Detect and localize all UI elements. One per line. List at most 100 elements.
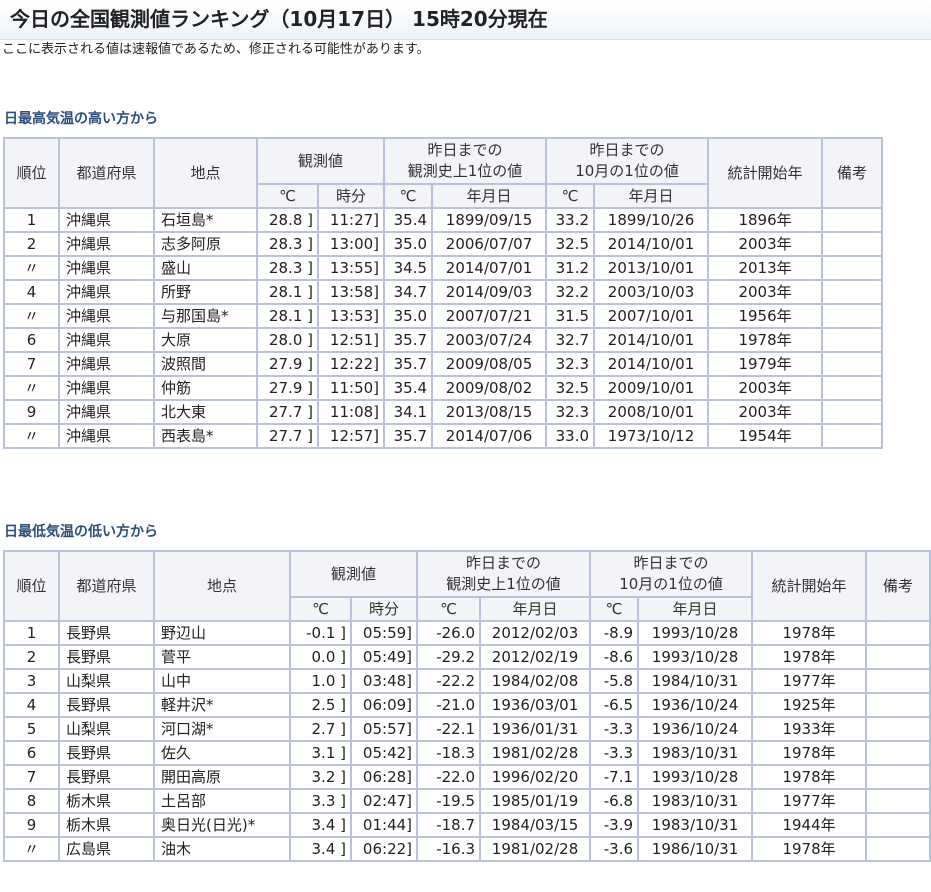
october-value-cell: -6.8 [589, 788, 640, 814]
remarks-cell [865, 716, 931, 742]
observed-time-cell: 13:55] [316, 255, 386, 281]
historical-value-cell: -26.0 [416, 620, 482, 646]
historical-value-cell: 35.7 [383, 423, 434, 449]
october-date-cell: 1986/10/31 [637, 836, 754, 862]
october-value-cell: 32.5 [545, 231, 596, 257]
remarks-cell [821, 303, 884, 329]
historical-date-cell: 1984/02/08 [479, 668, 592, 694]
rank-cell: 7 [3, 351, 60, 377]
header-hist-date: 年月日 [479, 596, 592, 622]
rank-cell: 5 [3, 716, 60, 742]
header-observed: 観測値 [255, 137, 386, 185]
prefecture-cell: 沖縄県 [58, 231, 155, 257]
table-row: 5 山梨県 河口湖* 2.7 ] 05:57] -22.1 1936/01/31 -3.3 19… [3, 716, 931, 742]
october-date-cell: 1983/10/31 [637, 740, 754, 766]
october-date-cell: 1983/10/31 [637, 812, 754, 838]
observed-value-cell: 3.2 ] [289, 764, 352, 790]
october-value-cell: -8.9 [589, 620, 640, 646]
rank-cell: 〃 [3, 303, 60, 329]
october-value-cell: -5.8 [589, 668, 640, 694]
historical-date-cell: 2009/08/05 [431, 351, 548, 377]
header-prefecture: 都道府県 [58, 550, 155, 622]
header-point: 地点 [153, 137, 258, 209]
point-cell: 盛山 [153, 255, 258, 281]
october-date-cell: 1993/10/28 [637, 620, 754, 646]
start-year-cell: 1925年 [751, 692, 868, 718]
observed-time-cell: 13:53] [316, 303, 386, 329]
prefecture-cell: 沖縄県 [58, 279, 155, 305]
point-cell: 山中 [153, 668, 291, 694]
table-row: 6 長野県 佐久 3.1 ] 05:42] -18.3 1981/02/28 -3.3 1983… [3, 740, 931, 766]
historical-value-cell: -18.7 [416, 812, 482, 838]
point-cell: 与那国島* [153, 303, 258, 329]
historical-value-cell: 35.0 [383, 231, 434, 257]
historical-date-cell: 1981/02/28 [479, 740, 592, 766]
observed-value-cell: 27.9 ] [256, 351, 319, 377]
observed-value-cell: 28.3 ] [256, 255, 319, 281]
historical-date-cell: 2006/07/07 [431, 231, 548, 257]
observed-time-cell: 11:27] [316, 207, 386, 233]
historical-date-cell: 1899/09/15 [431, 207, 548, 233]
header-october-record: 昨日までの 10月の1位の値 [589, 550, 754, 598]
remarks-cell [865, 764, 931, 790]
observed-value-cell: 0.0 ] [289, 644, 352, 670]
historical-date-cell: 2009/08/02 [431, 375, 548, 401]
historical-value-cell: -16.3 [416, 836, 482, 862]
historical-value-cell: -18.3 [416, 740, 482, 766]
table-row: 4 沖縄県 所野 28.1 ] 13:58] 34.7 2014/09/03 32.2 2003… [3, 279, 884, 305]
october-date-cell: 1899/10/26 [593, 207, 710, 233]
rank-cell: 6 [3, 740, 60, 766]
rank-cell: 9 [3, 399, 60, 425]
observed-value-cell: 28.1 ] [256, 279, 319, 305]
observed-time-cell: 05:57] [349, 716, 419, 742]
start-year-cell: 1956年 [707, 303, 824, 329]
historical-value-cell: -19.5 [416, 788, 482, 814]
observed-value-cell: 27.7 ] [256, 423, 319, 449]
prefecture-cell: 長野県 [58, 692, 155, 718]
start-year-cell: 1944年 [751, 812, 868, 838]
point-cell: 野辺山 [153, 620, 291, 646]
prefecture-cell: 広島県 [58, 836, 155, 862]
october-value-cell: 32.2 [545, 279, 596, 305]
october-value-cell: 32.7 [545, 327, 596, 353]
start-year-cell: 1979年 [707, 351, 824, 377]
historical-value-cell: 35.7 [383, 327, 434, 353]
rank-cell: 2 [3, 644, 60, 670]
october-date-cell: 1993/10/28 [637, 644, 754, 670]
observed-value-cell: 28.3 ] [256, 231, 319, 257]
rank-cell: 1 [3, 207, 60, 233]
rank-cell: 〃 [3, 836, 60, 862]
header-observed: 観測値 [288, 550, 419, 598]
observed-value-cell: 28.0 ] [256, 327, 319, 353]
remarks-cell [821, 279, 884, 305]
observed-time-cell: 11:50] [316, 375, 386, 401]
header-start-year: 統計開始年 [707, 137, 824, 209]
prefecture-cell: 山梨県 [58, 668, 155, 694]
prefecture-cell: 沖縄県 [58, 327, 155, 353]
october-value-cell: -8.6 [589, 644, 640, 670]
table-row: 2 沖縄県 志多阿原 28.3 ] 13:00] 35.0 2006/07/07 32.5 20… [3, 231, 884, 257]
rank-cell: 2 [3, 231, 60, 257]
header-obs-time: 時分 [316, 183, 386, 209]
table-row: 4 長野県 軽井沢* 2.5 ] 06:09] -21.0 1936/03/01 -6.5 19… [3, 692, 931, 718]
observed-value-cell: 28.1 ] [256, 303, 319, 329]
october-value-cell: -3.6 [589, 836, 640, 862]
prefecture-cell: 沖縄県 [58, 255, 155, 281]
prefecture-cell: 沖縄県 [58, 351, 155, 377]
rank-cell: 8 [3, 788, 60, 814]
october-date-cell: 2014/10/01 [593, 231, 710, 257]
october-value-cell: 31.5 [545, 303, 596, 329]
rank-cell: 4 [3, 692, 60, 718]
october-date-cell: 1936/10/24 [637, 692, 754, 718]
table-row: 1 長野県 野辺山 -0.1 ] 05:59] -26.0 2012/02/03 -8.9 19… [3, 620, 931, 646]
start-year-cell: 1978年 [751, 620, 868, 646]
observed-time-cell: 06:22] [349, 836, 419, 862]
october-date-cell: 2014/10/01 [593, 327, 710, 353]
observed-time-cell: 05:49] [349, 644, 419, 670]
observed-time-cell: 12:22] [316, 351, 386, 377]
prefecture-cell: 沖縄県 [58, 207, 155, 233]
observed-value-cell: 3.3 ] [289, 788, 352, 814]
table-row: 6 沖縄県 大原 28.0 ] 12:51] 35.7 2003/07/24 32.7 2014… [3, 327, 884, 353]
table-row: 〃広島県 油木 3.4 ] 06:22] -16.3 1981/02/28 -3.6 1986… [3, 836, 931, 862]
provisional-notice: ここに表示される値は速報値であるため、修正される可能性があります。 [2, 42, 430, 57]
